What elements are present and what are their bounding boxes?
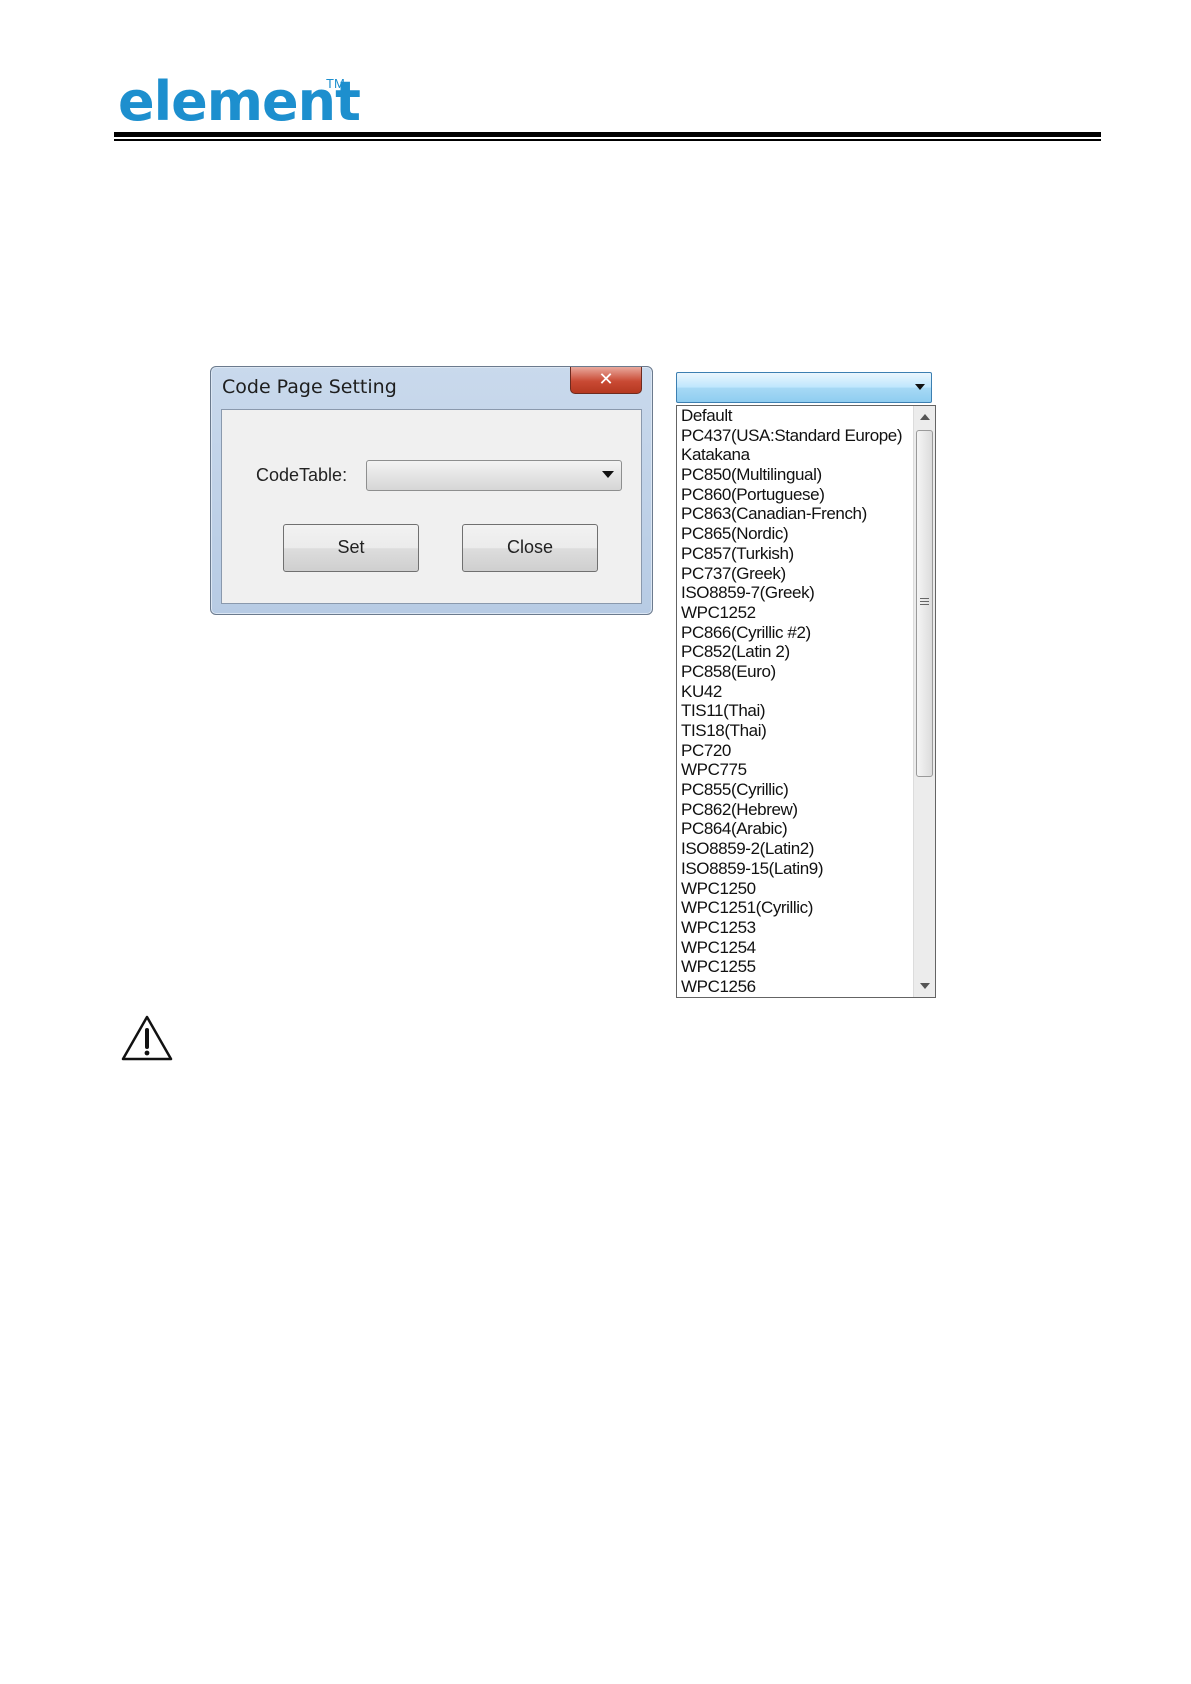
set-button[interactable]: Set <box>283 524 419 572</box>
close-icon: ✕ <box>598 369 614 390</box>
option-item[interactable]: PC864(Arabic) <box>681 819 902 839</box>
option-item[interactable]: WPC1255 <box>681 957 902 977</box>
option-item[interactable]: WPC775 <box>681 760 902 780</box>
code-table-dropdown[interactable] <box>676 372 932 403</box>
option-item[interactable]: TIS11(Thai) <box>681 701 902 721</box>
option-item[interactable]: PC850(Multilingual) <box>681 465 902 485</box>
option-item[interactable]: Katakana <box>681 445 902 465</box>
option-item[interactable]: PC852(Latin 2) <box>681 642 902 662</box>
code-page-setting-dialog: Code Page Setting ✕ CodeTable: Set Close <box>210 366 653 615</box>
option-item[interactable]: TIS18(Thai) <box>681 721 902 741</box>
option-item[interactable]: PC866(Cyrillic #2) <box>681 623 902 643</box>
header-rule-thick <box>114 132 1101 137</box>
option-item[interactable]: PC862(Hebrew) <box>681 800 902 820</box>
option-item[interactable]: WPC1250 <box>681 879 902 899</box>
warning-icon <box>121 1015 173 1061</box>
code-table-options-list: Default PC437(USA:Standard Europe) Katak… <box>676 405 936 998</box>
option-item[interactable]: PC857(Turkish) <box>681 544 902 564</box>
scrollbar-thumb[interactable] <box>916 430 933 777</box>
option-item[interactable]: ISO8859-15(Latin9) <box>681 859 902 879</box>
scroll-up-icon[interactable] <box>920 414 930 420</box>
dialog-title: Code Page Setting <box>222 376 397 398</box>
header-rule-thin <box>114 139 1101 141</box>
option-item[interactable]: PC863(Canadian-French) <box>681 504 902 524</box>
window-close-button[interactable]: ✕ <box>570 367 642 394</box>
option-item[interactable]: PC858(Euro) <box>681 662 902 682</box>
options: Default PC437(USA:Standard Europe) Katak… <box>681 406 903 997</box>
option-item[interactable]: KU42 <box>681 682 902 702</box>
option-item[interactable]: Default <box>681 406 902 426</box>
code-table-label: CodeTable: <box>256 465 348 485</box>
brand-logo: element TM <box>118 70 361 133</box>
option-item[interactable]: PC860(Portuguese) <box>681 485 902 505</box>
logo-trademark: TM <box>326 76 345 91</box>
scroll-down-icon[interactable] <box>920 983 930 989</box>
option-item[interactable]: PC737(Greek) <box>681 564 902 584</box>
code-table-select[interactable] <box>366 460 622 491</box>
option-item[interactable]: PC865(Nordic) <box>681 524 902 544</box>
option-item[interactable]: WPC1253 <box>681 918 902 938</box>
chevron-down-icon <box>602 471 614 478</box>
option-item[interactable]: WPC1256 <box>681 977 902 997</box>
option-item[interactable]: WPC1252 <box>681 603 902 623</box>
logo-text: element <box>118 70 361 133</box>
option-item[interactable]: PC855(Cyrillic) <box>681 780 902 800</box>
close-button[interactable]: Close <box>462 524 598 572</box>
option-item[interactable]: PC437(USA:Standard Europe) <box>681 426 903 446</box>
grip-icon <box>920 598 929 607</box>
option-item[interactable]: WPC1254 <box>681 938 902 958</box>
option-item[interactable]: ISO8859-7(Greek) <box>681 583 902 603</box>
option-item[interactable]: PC720 <box>681 741 902 761</box>
chevron-down-icon <box>915 384 925 390</box>
dialog-body: CodeTable: Set Close <box>221 409 642 604</box>
vertical-scrollbar[interactable] <box>913 406 935 997</box>
option-item[interactable]: ISO8859-2(Latin2) <box>681 839 902 859</box>
option-item[interactable]: WPC1251(Cyrillic) <box>681 898 902 918</box>
